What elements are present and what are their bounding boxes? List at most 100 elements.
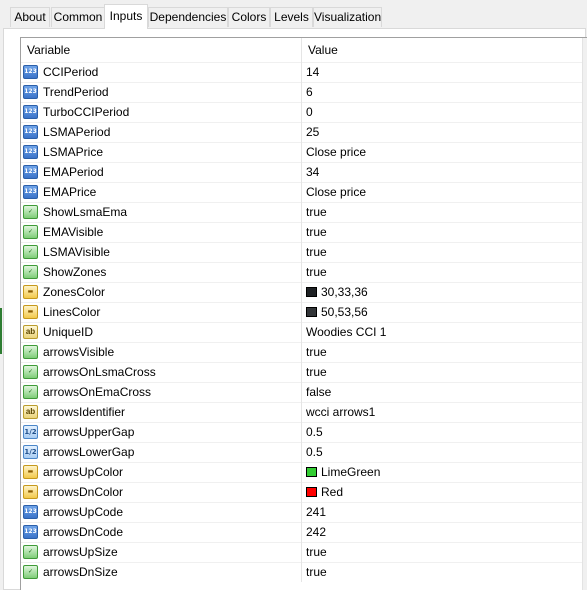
table-row[interactable]: ab arrowsIdentifier wcci arrows1 (21, 402, 583, 422)
value-cell[interactable]: 0.5 (302, 442, 583, 462)
value-cell[interactable]: wcci arrows1 (302, 402, 583, 422)
table-row[interactable]: ✓ arrowsUpSize true (21, 542, 583, 562)
value-cell[interactable]: true (302, 562, 583, 582)
table-row[interactable]: ✓ ShowZones true (21, 262, 583, 282)
value-cell[interactable]: 241 (302, 502, 583, 522)
table-row[interactable]: 123 arrowsDnCode 242 (21, 522, 583, 542)
variable-value: 0.5 (306, 445, 323, 459)
table-row[interactable]: 1/2 arrowsUpperGap 0.5 (21, 422, 583, 442)
value-cell[interactable]: Red (302, 482, 583, 502)
value-cell[interactable]: true (302, 222, 583, 242)
value-cell[interactable]: true (302, 362, 583, 382)
value-cell[interactable]: true (302, 242, 583, 262)
vertical-scrollbar[interactable] (582, 38, 587, 590)
value-cell[interactable]: 0 (302, 102, 583, 122)
table-row[interactable]: 123 CCIPeriod 14 (21, 62, 583, 82)
value-cell[interactable]: true (302, 202, 583, 222)
value-cell[interactable]: 25 (302, 122, 583, 142)
variable-name: arrowsIdentifier (43, 405, 126, 419)
color-icon: ▬ (23, 465, 38, 479)
value-cell[interactable]: 0.5 (302, 422, 583, 442)
table-row[interactable]: 1/2 arrowsLowerGap 0.5 (21, 442, 583, 462)
variable-value: 34 (306, 165, 320, 179)
variable-cell: 123 CCIPeriod (21, 62, 302, 82)
value-cell[interactable]: 50,53,56 (302, 302, 583, 322)
value-cell[interactable]: 30,33,36 (302, 282, 583, 302)
variable-value: 14 (306, 65, 320, 79)
variable-cell: ✓ arrowsVisible (21, 342, 302, 362)
value-cell[interactable]: 6 (302, 82, 583, 102)
table-row[interactable]: ▬ arrowsUpColor LimeGreen (21, 462, 583, 482)
column-header-variable[interactable]: Variable (21, 38, 302, 62)
integer-icon: 123 (23, 85, 38, 99)
table-row[interactable]: ✓ arrowsOnEmaCross false (21, 382, 583, 402)
variable-cell: 123 EMAPeriod (21, 162, 302, 182)
variable-value: LimeGreen (321, 465, 381, 479)
variable-cell: ✓ arrowsUpSize (21, 542, 302, 562)
variable-cell: ✓ arrowsOnLsmaCross (21, 362, 302, 382)
variable-cell: 123 LSMAPeriod (21, 122, 302, 142)
table-row[interactable]: ▬ LinesColor 50,53,56 (21, 302, 583, 322)
table-row[interactable]: ✓ ShowLsmaEma true (21, 202, 583, 222)
integer-icon: 123 (23, 525, 38, 539)
table-row[interactable]: 123 TrendPeriod 6 (21, 82, 583, 102)
table-row[interactable]: ✓ LSMAVisible true (21, 242, 583, 262)
variable-name: arrowsOnLsmaCross (43, 365, 156, 379)
variable-cell: ✓ ShowZones (21, 262, 302, 282)
value-cell[interactable]: Woodies CCI 1 (302, 322, 583, 342)
value-cell[interactable]: LimeGreen (302, 462, 583, 482)
variable-value: 25 (306, 125, 320, 139)
boolean-icon: ✓ (23, 545, 38, 559)
variable-name: CCIPeriod (43, 65, 99, 79)
tab-about[interactable]: About (10, 7, 50, 27)
color-icon: ▬ (23, 285, 38, 299)
table-row[interactable]: 123 EMAPrice Close price (21, 182, 583, 202)
column-header-value[interactable]: Value (302, 38, 583, 62)
tab-colors[interactable]: Colors (228, 7, 270, 27)
table-row[interactable]: ✓ arrowsOnLsmaCross true (21, 362, 583, 382)
tab-visualization[interactable]: Visualization (313, 7, 382, 27)
value-cell[interactable]: 242 (302, 522, 583, 542)
tab-dependencies[interactable]: Dependencies (148, 7, 228, 27)
table-row[interactable]: ▬ ZonesColor 30,33,36 (21, 282, 583, 302)
tab-inputs[interactable]: Inputs (104, 4, 148, 29)
value-cell[interactable]: Close price (302, 182, 583, 202)
boolean-icon: ✓ (23, 225, 38, 239)
double-icon: 1/2 (23, 445, 38, 459)
variable-name: arrowsDnCode (43, 525, 124, 539)
variable-value: true (306, 225, 327, 239)
integer-icon: 123 (23, 105, 38, 119)
value-cell[interactable]: true (302, 342, 583, 362)
table-row[interactable]: ab UniqueID Woodies CCI 1 (21, 322, 583, 342)
variable-cell: ✓ LSMAVisible (21, 242, 302, 262)
value-cell[interactable]: false (302, 382, 583, 402)
table-row[interactable]: 123 EMAPeriod 34 (21, 162, 583, 182)
table-row[interactable]: ✓ arrowsDnSize true (21, 562, 583, 582)
table-row[interactable]: ▬ arrowsDnColor Red (21, 482, 583, 502)
table-row[interactable]: 123 arrowsUpCode 241 (21, 502, 583, 522)
value-cell[interactable]: 14 (302, 62, 583, 82)
variable-name: TurboCCIPeriod (43, 105, 130, 119)
table-row[interactable]: 123 TurboCCIPeriod 0 (21, 102, 583, 122)
integer-icon: 123 (23, 65, 38, 79)
variable-cell: ▬ arrowsDnColor (21, 482, 302, 502)
table-row[interactable]: ✓ EMAVisible true (21, 222, 583, 242)
variable-name: LSMAPrice (43, 145, 104, 159)
table-row[interactable]: ✓ arrowsVisible true (21, 342, 583, 362)
variable-value: true (306, 245, 327, 259)
tab-levels[interactable]: Levels (270, 7, 313, 27)
variable-name: arrowsLowerGap (43, 445, 135, 459)
table-row[interactable]: 123 LSMAPeriod 25 (21, 122, 583, 142)
value-cell[interactable]: true (302, 542, 583, 562)
value-cell[interactable]: 34 (302, 162, 583, 182)
variable-cell: 123 arrowsDnCode (21, 522, 302, 542)
integer-icon: 123 (23, 145, 38, 159)
variable-value: wcci arrows1 (306, 405, 376, 419)
variable-name: arrowsDnColor (43, 485, 124, 499)
value-cell[interactable]: true (302, 262, 583, 282)
value-cell[interactable]: Close price (302, 142, 583, 162)
variable-name: ShowZones (43, 265, 107, 279)
tab-common[interactable]: Common (51, 7, 105, 27)
table-row[interactable]: 123 LSMAPrice Close price (21, 142, 583, 162)
variable-cell: ✓ EMAVisible (21, 222, 302, 242)
